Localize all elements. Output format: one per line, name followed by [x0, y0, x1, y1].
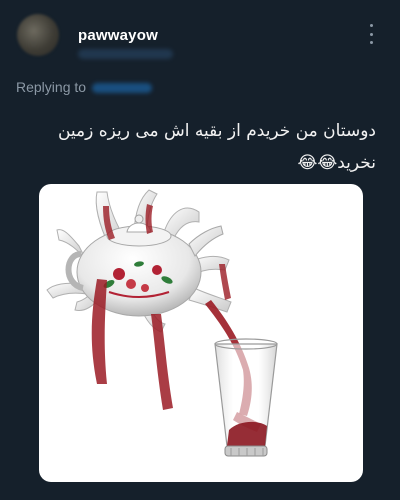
replying-label: Replying to: [16, 79, 87, 95]
replying-handle-redacted[interactable]: [92, 83, 153, 94]
drinking-glass: [214, 338, 278, 457]
more-vertical-icon[interactable]: [366, 24, 376, 44]
tweet-text-line-1: دوستان من خریدم از بقیه اش می ریزه زمین: [57, 121, 376, 141]
tweet-container: pawwayow Replying to دوستان من خریدم از …: [0, 0, 400, 500]
user-handle-redacted: [78, 49, 173, 59]
replying-to: Replying to: [16, 79, 153, 95]
username[interactable]: pawwayow: [78, 27, 158, 44]
avatar[interactable]: [17, 14, 59, 56]
tweet-text-line-2: نخرید😂😂: [297, 153, 376, 173]
tweet-header: pawwayow: [17, 14, 384, 64]
tweet-media-image[interactable]: [39, 184, 363, 482]
teapot-saffron-illustration: [46, 189, 278, 457]
tweet-text: دوستان من خریدم از بقیه اش می ریزه زمین …: [36, 115, 376, 179]
